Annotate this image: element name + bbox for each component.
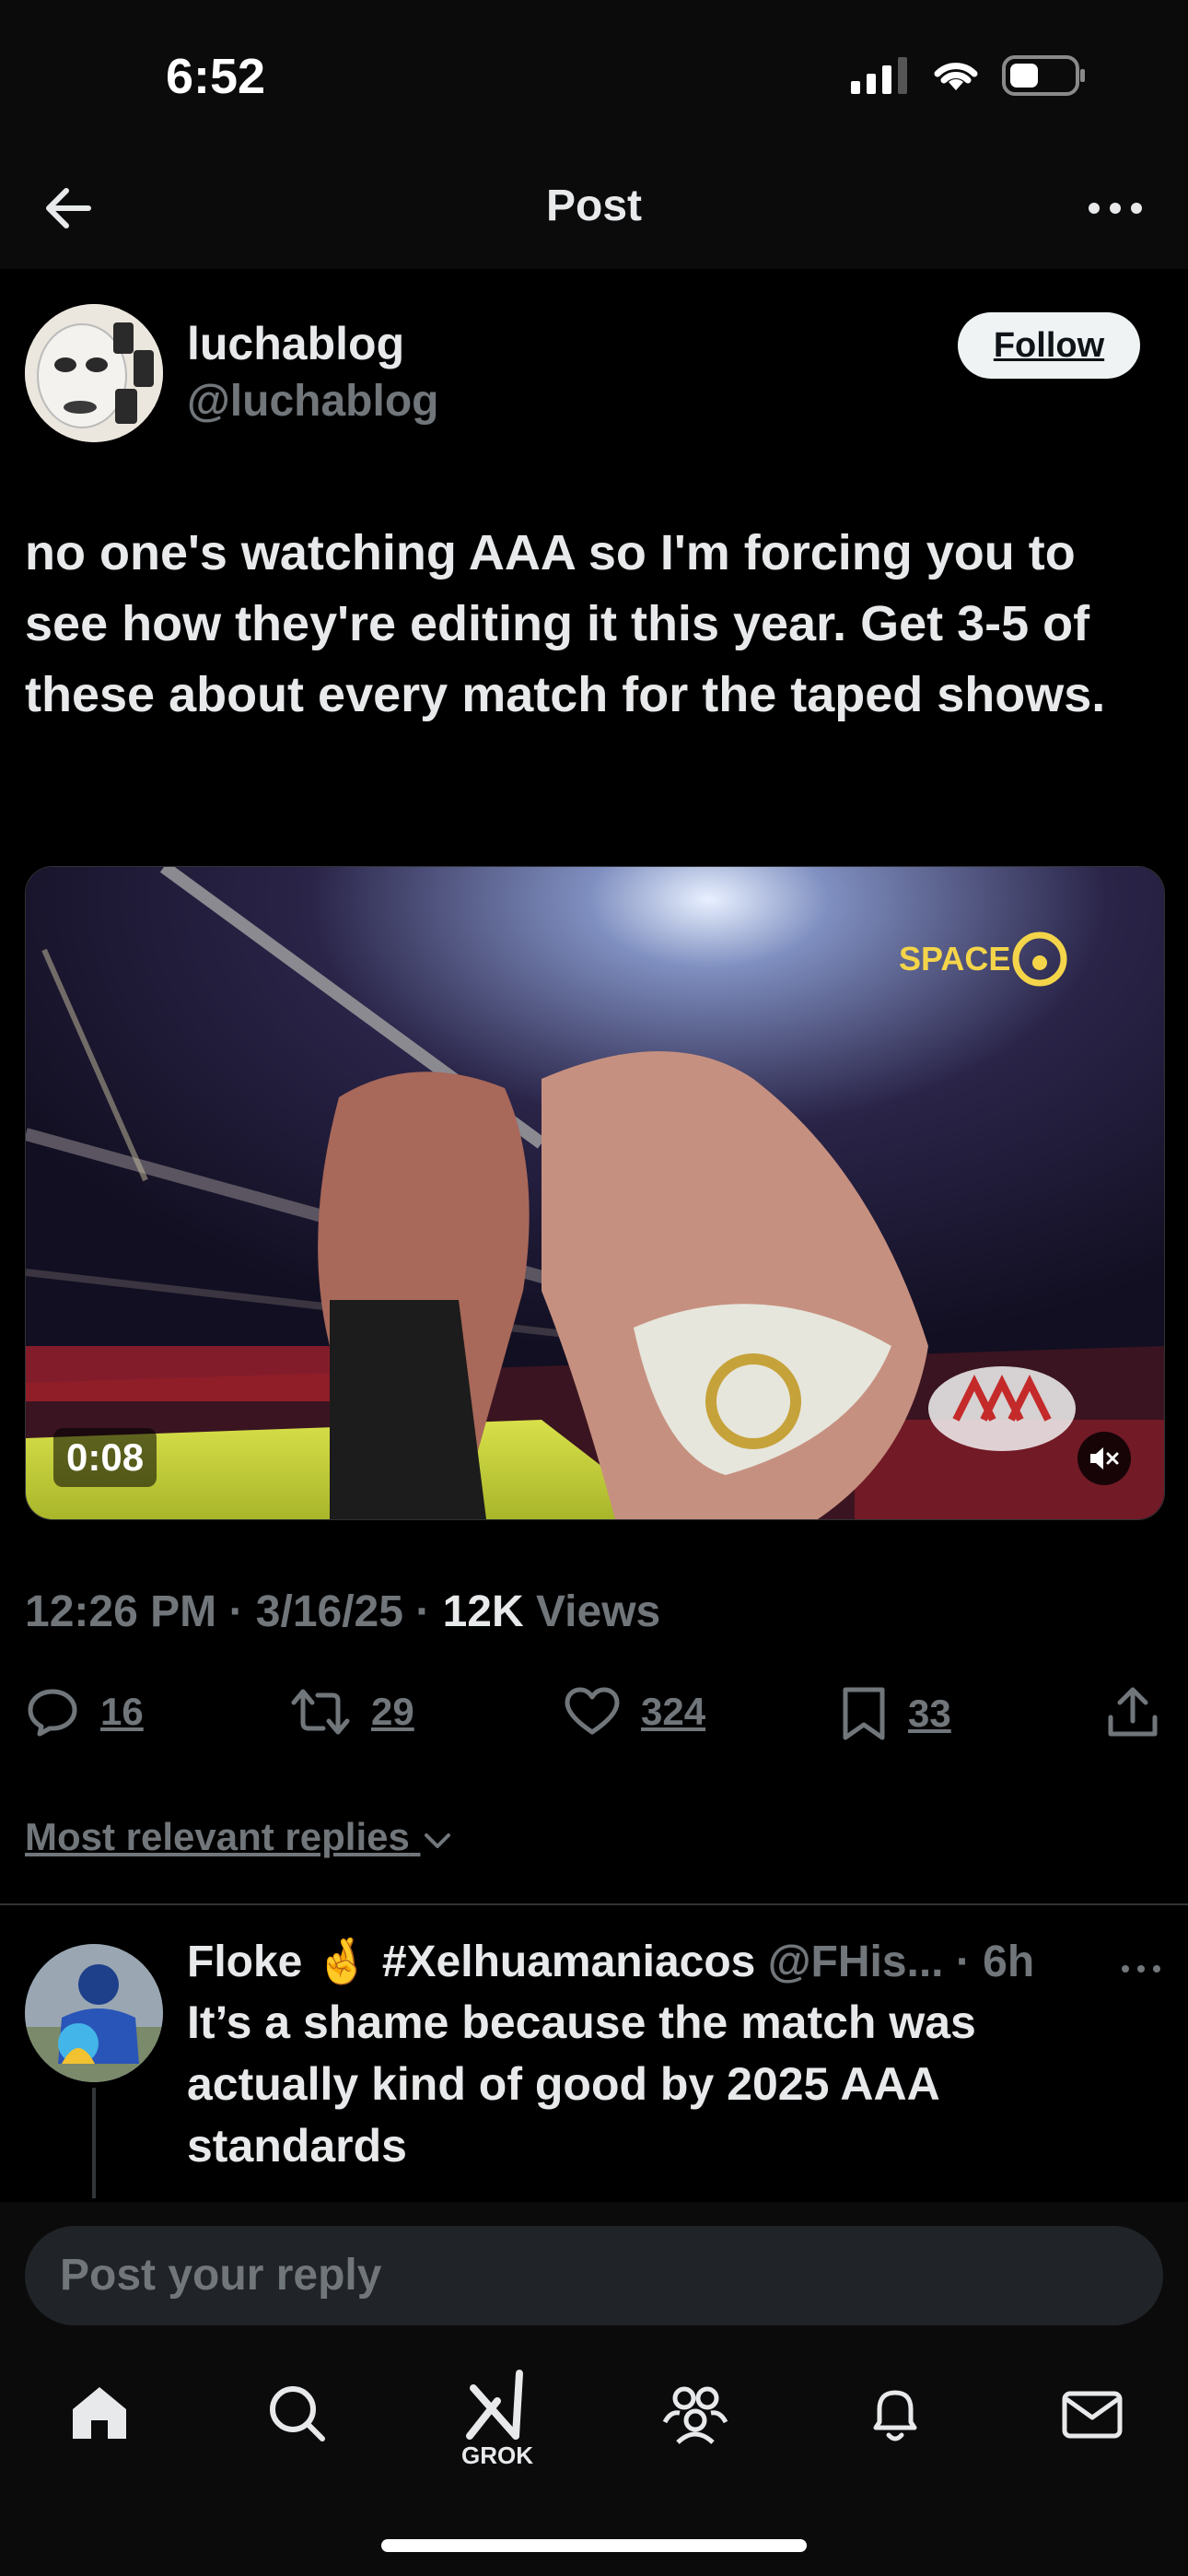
reply-action[interactable]: 16 bbox=[25, 1684, 144, 1739]
meta-separator: · bbox=[228, 1587, 244, 1636]
heart-icon bbox=[565, 1687, 620, 1735]
replies-sort-button[interactable]: Most relevant replies bbox=[25, 1815, 454, 1859]
share-icon[interactable] bbox=[1105, 1684, 1160, 1741]
repost-action[interactable]: 29 bbox=[290, 1684, 414, 1739]
reply-more-icon[interactable] bbox=[1118, 1955, 1164, 1983]
reply-avatar-image bbox=[25, 1944, 163, 2082]
reply-count: 16 bbox=[100, 1690, 144, 1733]
reply-placeholder: Post your reply bbox=[60, 2251, 382, 2300]
tab-home[interactable] bbox=[63, 2377, 136, 2451]
like-action[interactable]: 324 bbox=[564, 1684, 705, 1739]
mute-icon[interactable] bbox=[1077, 1432, 1131, 1485]
video-duration: 0:08 bbox=[53, 1428, 157, 1487]
bookmark-action[interactable]: 33 bbox=[840, 1684, 951, 1743]
author-name[interactable]: luchablog bbox=[187, 317, 404, 370]
home-icon bbox=[73, 2387, 126, 2439]
more-options-icon[interactable] bbox=[1083, 181, 1147, 236]
reply-icon bbox=[28, 1689, 77, 1737]
video-frame: SPACE bbox=[26, 867, 1164, 1519]
post-meta: 12:26 PM · 3/16/25 · 12K Views bbox=[25, 1587, 660, 1637]
post-date: 3/16/25 bbox=[255, 1587, 403, 1636]
post-text: no one's watching AAA so I'm forcing you… bbox=[25, 525, 1106, 722]
post-actions: 16 29 324 33 bbox=[0, 1684, 1188, 1749]
watermark-label: SPACE bbox=[899, 940, 1010, 978]
meta-separator: · bbox=[415, 1587, 431, 1636]
bookmark-count: 33 bbox=[908, 1692, 951, 1735]
page-title: Post bbox=[545, 181, 642, 230]
reply-header: Floke 🤞 #Xelhuamaniacos @FHis... · 6h bbox=[187, 1935, 1034, 1987]
post-time: 12:26 PM bbox=[25, 1587, 217, 1636]
mask-avatar-image bbox=[25, 304, 163, 442]
reply-author-handle[interactable]: @FHis... bbox=[768, 1938, 944, 1986]
battery-icon bbox=[1002, 55, 1085, 96]
repost-icon bbox=[291, 1689, 350, 1735]
search-icon bbox=[270, 2386, 325, 2441]
grok-icon bbox=[466, 2370, 523, 2440]
mail-icon bbox=[1062, 2391, 1123, 2439]
video-player[interactable]: SPACE bbox=[25, 866, 1165, 1520]
bookmark-icon bbox=[843, 1687, 885, 1740]
like-count: 324 bbox=[641, 1690, 706, 1733]
chevron-down-icon bbox=[424, 1832, 450, 1848]
communities-icon bbox=[662, 2386, 728, 2444]
views-count: 12K bbox=[442, 1587, 524, 1636]
author-avatar[interactable] bbox=[25, 304, 163, 442]
reply-author-name[interactable]: Floke bbox=[187, 1938, 302, 1986]
divider bbox=[0, 1903, 1188, 1905]
author-handle[interactable]: @luchablog bbox=[187, 376, 438, 427]
reply-input[interactable]: Post your reply bbox=[25, 2226, 1163, 2325]
reply-author-emoji: 🤞 bbox=[314, 1938, 370, 1986]
grok-label: GROK bbox=[461, 2441, 533, 2469]
wifi-icon bbox=[934, 63, 978, 90]
tab-grok[interactable] bbox=[460, 2368, 534, 2441]
tab-communities[interactable] bbox=[658, 2377, 732, 2451]
home-indicator[interactable] bbox=[381, 2539, 807, 2552]
tab-search[interactable] bbox=[261, 2377, 334, 2451]
reply-avatar[interactable] bbox=[25, 1944, 163, 2082]
reply-text: It’s a shame because the match was actua… bbox=[187, 1996, 976, 2172]
views-label: Views bbox=[536, 1587, 661, 1636]
bell-icon bbox=[873, 2390, 917, 2441]
thread-line bbox=[92, 2088, 96, 2198]
tab-messages[interactable] bbox=[1055, 2377, 1129, 2451]
reply-time: · 6h bbox=[955, 1938, 1035, 1986]
signal-icon bbox=[851, 57, 907, 94]
status-time: 6:52 bbox=[166, 49, 266, 104]
repost-count: 29 bbox=[371, 1690, 414, 1733]
replies-sort-label: Most relevant replies bbox=[25, 1815, 410, 1858]
tab-notifications[interactable] bbox=[858, 2377, 932, 2451]
reply-author-hashtag[interactable]: #Xelhuamaniacos bbox=[382, 1938, 756, 1986]
status-icons bbox=[851, 55, 1087, 96]
follow-button[interactable]: Follow bbox=[958, 312, 1140, 379]
